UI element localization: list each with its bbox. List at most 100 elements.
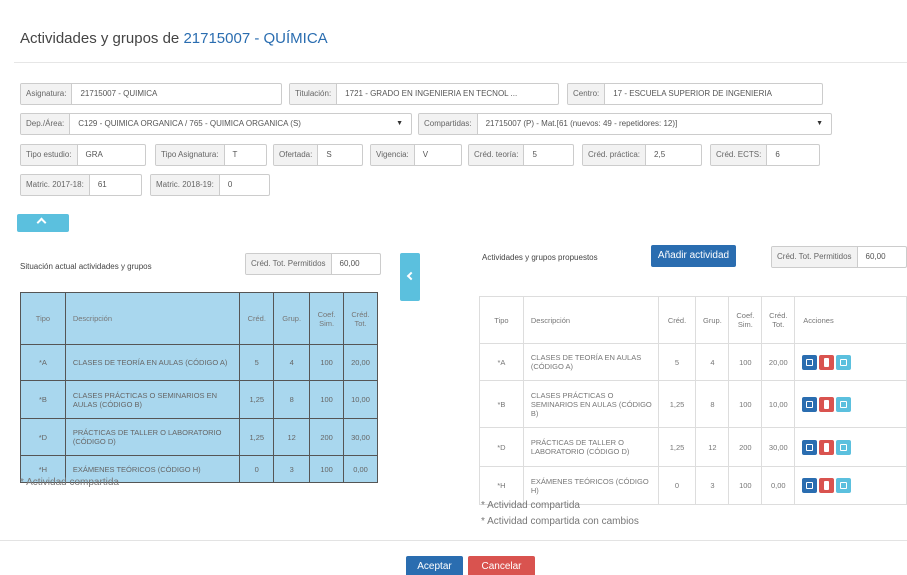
page-title-prefix: Actividades y grupos de: [20, 30, 180, 47]
table-row: *D PRÁCTICAS DE TALLER O LABORATORIO (CÓ…: [479, 427, 907, 467]
cell-tipo: *A: [20, 344, 66, 381]
matric-2018-value: 0: [227, 180, 233, 189]
cancel-button[interactable]: Cancelar: [468, 556, 535, 575]
compartidas-select[interactable]: Compartidas: 21715007 (P) - Mat.[61 (nue…: [418, 113, 832, 135]
copy-icon[interactable]: [836, 354, 852, 370]
dep-area-label: Dep./Área:: [21, 114, 71, 134]
ofertada-field: Ofertada: S: [273, 144, 363, 166]
copy-icon[interactable]: [836, 396, 852, 412]
cell-acciones: [794, 380, 907, 428]
copy-icon[interactable]: [836, 439, 852, 455]
vigencia-label: Vigencia:: [371, 145, 415, 165]
toggle-panel-button[interactable]: [400, 253, 420, 301]
col-grup: Grup.: [273, 292, 311, 345]
col-tot: Créd. Tot.: [761, 296, 796, 344]
cell-acciones: [794, 466, 907, 505]
left-footnote: * Actividad compartida: [20, 477, 119, 488]
col-tot-line2: Tot.: [772, 320, 785, 329]
left-cred-permitidos: Créd. Tot. Permitidos 60,00: [245, 253, 381, 275]
cell-descripcion: EXÁMENES TEÓRICOS (CÓDIGO H): [522, 466, 659, 505]
matric-2017-label: Matric. 2017-18:: [21, 175, 90, 195]
titulacion-label: Titulación:: [290, 84, 338, 104]
cell-coef: 200: [309, 418, 345, 456]
cell-grup: 12: [695, 427, 730, 467]
dep-area-select[interactable]: Dep./Área: C129 - QUIMICA ORGANICA / 765…: [20, 113, 412, 135]
cell-grup: 12: [273, 418, 311, 456]
cred-ects-label: Créd. ECTS:: [711, 145, 768, 165]
edit-icon[interactable]: [802, 439, 818, 455]
cred-ects-field: Créd. ECTS: 6: [710, 144, 820, 166]
cred-practica-label: Créd. práctica:: [583, 145, 647, 165]
matric-2017-value: 61: [97, 180, 107, 189]
cell-cred: 1,25: [239, 380, 275, 419]
cell-descripcion: CLASES PRÁCTICAS O SEMINARIOS EN AULAS (…: [522, 380, 659, 428]
cell-tot: 20,00: [343, 344, 378, 381]
right-footnote-changes: * Actividad compartida con cambios: [481, 516, 639, 527]
compartidas-label: Compartidas:: [419, 114, 478, 134]
footer-divider: [0, 540, 907, 541]
edit-icon[interactable]: [802, 478, 818, 493]
col-coef: Coef. Sim.: [728, 296, 763, 344]
table-row: *B CLASES PRÁCTICAS O SEMINARIOS EN AULA…: [20, 380, 378, 419]
col-tot-line2: Tot.: [354, 318, 367, 328]
cell-tot: 0,00: [343, 455, 378, 483]
add-activity-button[interactable]: Añadir actividad: [651, 245, 736, 267]
titulacion-field: Titulación: 1721 - GRADO EN INGENIERIA E…: [289, 83, 559, 105]
col-cred: Créd.: [657, 296, 697, 344]
cell-grup: 3: [695, 466, 730, 505]
cell-descripcion: PRÁCTICAS DE TALLER O LABORATORIO (CÓDIG…: [522, 427, 659, 467]
cell-tipo: *D: [20, 418, 66, 456]
tipo-estudio-field: Tipo estudio: GRA: [20, 144, 146, 166]
edit-icon[interactable]: [802, 396, 818, 412]
collapse-button[interactable]: [17, 214, 69, 232]
cell-tot: 0,00: [761, 466, 796, 505]
col-cred: Créd.: [239, 292, 275, 345]
right-cred-permitidos-label: Créd. Tot. Permitidos: [772, 247, 858, 267]
cell-tot: 30,00: [343, 418, 378, 456]
cred-practica-field: Créd. práctica: 2,5: [582, 144, 702, 166]
trash-icon[interactable]: [819, 354, 835, 370]
cell-tipo: *A: [479, 343, 524, 381]
cell-cred: 1,25: [657, 380, 697, 428]
matric-2018-label: Matric. 2018-19:: [151, 175, 220, 195]
accept-button[interactable]: Aceptar: [406, 556, 463, 575]
asignatura-label: Asignatura:: [21, 84, 73, 104]
left-section-title: Situación actual actividades y grupos: [20, 262, 152, 271]
right-cred-permitidos-value: 60,00: [865, 252, 886, 261]
cred-teoria-label: Créd. teoría:: [469, 145, 525, 165]
cell-tot: 20,00: [761, 343, 796, 381]
cell-tipo: *H: [479, 466, 524, 505]
cell-cred: 5: [657, 343, 697, 381]
trash-icon[interactable]: [819, 439, 835, 455]
cell-coef: 100: [309, 344, 345, 381]
asignatura-value: 21715007 - QUIMICA: [80, 89, 158, 98]
right-section-title: Actividades y grupos propuestos: [482, 253, 598, 262]
chevron-up-icon: [36, 217, 47, 228]
centro-field: Centro: 17 - ESCUELA SUPERIOR DE INGENIE…: [567, 83, 823, 105]
col-tot: Créd. Tot.: [343, 292, 378, 345]
col-tot-line1: Créd.: [351, 309, 370, 319]
cell-grup: 4: [695, 343, 730, 381]
cred-practica-value: 2,5: [654, 150, 666, 159]
cell-tipo: *B: [479, 380, 524, 428]
col-grup: Grup.: [695, 296, 730, 344]
vigencia-field: Vigencia: V: [370, 144, 462, 166]
cell-descripcion: CLASES DE TEORÍA EN AULAS (CÓDIGO A): [64, 344, 241, 381]
table-row: *D PRÁCTICAS DE TALLER O LABORATORIO (CÓ…: [20, 418, 378, 456]
trash-icon[interactable]: [819, 396, 835, 412]
cell-cred: 1,25: [657, 427, 697, 467]
copy-icon[interactable]: [836, 478, 852, 493]
edit-icon[interactable]: [802, 354, 818, 370]
table-row: *B CLASES PRÁCTICAS O SEMINARIOS EN AULA…: [479, 380, 907, 428]
current-activities-table: Tipo Descripción Créd. Grup. Coef. Sim. C…: [20, 292, 378, 483]
left-cred-permitidos-value: 60,00: [339, 259, 360, 268]
col-coef-line1: Coef.: [736, 311, 755, 320]
cell-grup: 8: [273, 380, 311, 419]
col-descripcion: Descripción: [522, 296, 659, 344]
table-row: *H EXÁMENES TEÓRICOS (CÓDIGO H) 0 3 100 …: [479, 466, 907, 505]
cell-coef: 100: [728, 343, 763, 381]
cell-tot: 30,00: [761, 427, 796, 467]
proposed-activities-table: Tipo Descripción Créd. Grup. Coef. Sim. C…: [479, 296, 907, 505]
trash-icon[interactable]: [819, 478, 835, 493]
cell-cred: 5: [239, 344, 275, 381]
